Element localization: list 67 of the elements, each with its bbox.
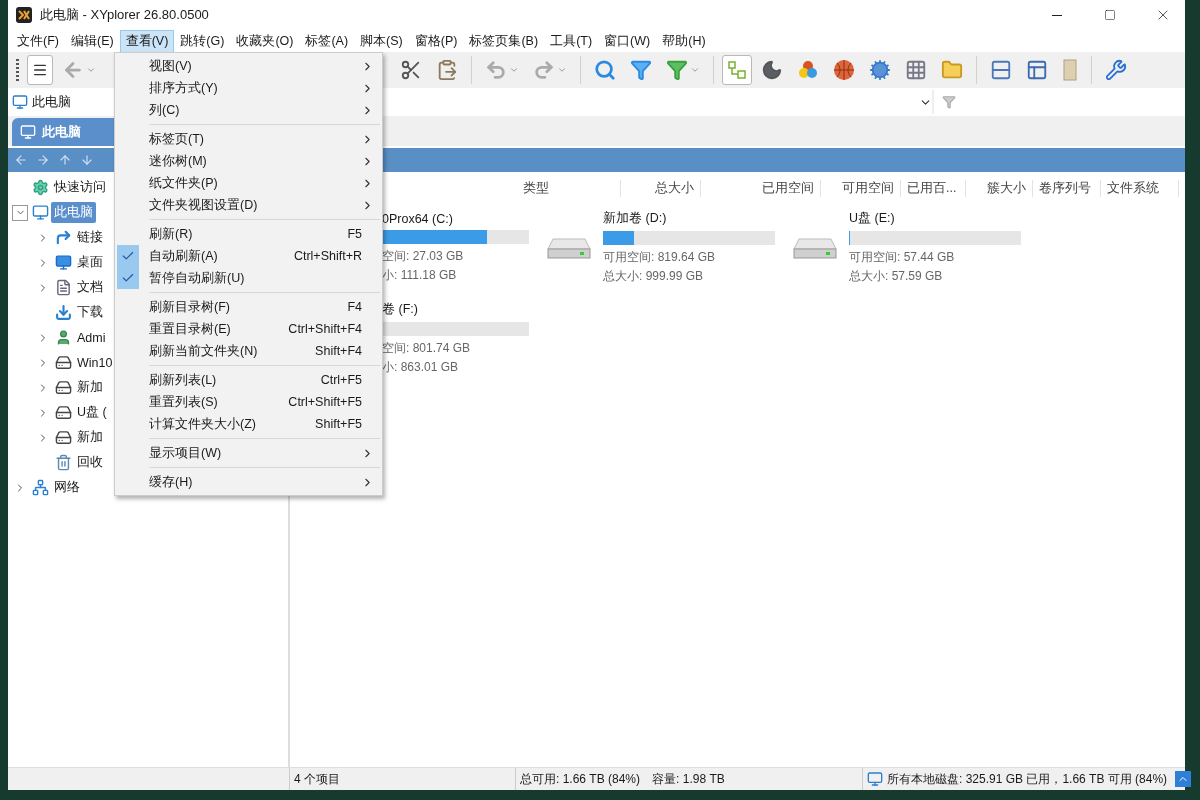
tree-item[interactable]: 文档 <box>74 277 106 298</box>
column-header[interactable]: 簇大小 <box>966 179 1033 197</box>
tree-item[interactable]: 下载 <box>74 302 106 323</box>
item-count: 4 个项目 <box>294 770 340 788</box>
menu-entry[interactable]: 纸文件夹(P) <box>115 172 382 194</box>
menu-entry[interactable]: 缓存(H) <box>115 471 382 493</box>
free-space: 空间: 27.03 GB <box>382 247 465 265</box>
column-header[interactable]: 文件系统 <box>1101 179 1179 197</box>
menu-item[interactable]: 工具(T) <box>544 29 599 53</box>
tree-item[interactable]: Win10 <box>74 353 116 372</box>
capacity: 容量: 1.98 TB <box>652 770 725 788</box>
address-text: 此电脑 <box>32 93 71 111</box>
menu-item[interactable]: 跳转(G) <box>174 29 231 53</box>
column-header[interactable]: 已用空间 <box>701 179 821 197</box>
tree-item[interactable]: 新加 <box>74 377 106 398</box>
menu-entry[interactable]: 刷新(R) F5 <box>115 223 382 245</box>
drive-name: U盘 (E:) <box>849 210 896 227</box>
menu-item[interactable]: 脚本(S) <box>354 29 409 53</box>
menu-item[interactable]: 窗格(P) <box>408 29 464 53</box>
menu-item[interactable]: 窗口(W) <box>598 29 657 53</box>
menu-entry[interactable]: 排序方式(Y) <box>115 77 382 99</box>
tree-item[interactable]: 快速访问 <box>51 177 109 198</box>
drive-name: 新加卷 (D:) <box>603 210 668 227</box>
menu-item[interactable]: 标签页集(B) <box>463 29 545 53</box>
column-header[interactable]: 可用空间 <box>821 179 901 197</box>
menu-entry[interactable]: 自动刷新(A) Ctrl+Shift+R <box>115 245 382 267</box>
total-size: 总大小: 57.59 GB <box>849 268 944 285</box>
tree-item[interactable]: 网络 <box>51 477 83 498</box>
menu-item[interactable]: 文件(F) <box>11 29 65 53</box>
tree-item[interactable]: 回收 <box>74 452 106 473</box>
disk-summary: 所有本地磁盘: 325.91 GB 已用，1.66 TB 可用 (84%) <box>887 770 1168 788</box>
menu-entry[interactable]: 文件夹视图设置(D) <box>115 194 382 216</box>
drive-name: 卷 (F:) <box>382 301 419 318</box>
total-size: 总大小: 999.99 GB <box>603 268 705 285</box>
total-size: 小: 863.01 GB <box>382 359 460 376</box>
menu-entry[interactable]: 暂停自动刷新(U) <box>115 267 382 289</box>
menu-entry[interactable]: 刷新列表(L) Ctrl+F5 <box>115 369 382 391</box>
window-title: 此电脑 - XYplorer 26.80.0500 <box>40 6 210 24</box>
free-total: 总可用: 1.66 TB (84%) <box>520 770 641 788</box>
tree-item[interactable]: 链接 <box>74 227 106 248</box>
drive-name: 0Prox64 (C:) <box>382 211 454 226</box>
column-header[interactable]: 总大小 <box>621 179 701 197</box>
menu-entry[interactable]: 刷新目录树(F) F4 <box>115 296 382 318</box>
tree-item[interactable]: 新加 <box>74 427 106 448</box>
column-header[interactable]: 已用百... <box>901 179 966 197</box>
menu-entry[interactable]: 显示项目(W) <box>115 442 382 464</box>
menu-item[interactable]: 帮助(H) <box>656 29 712 53</box>
menu-item[interactable]: 查看(V) <box>119 29 175 53</box>
tree-item[interactable]: U盘 ( <box>74 402 110 423</box>
free-space: 空间: 801.74 GB <box>382 340 472 357</box>
menu-entry[interactable]: 迷你树(M) <box>115 150 382 172</box>
menu-entry[interactable]: 刷新当前文件夹(N) Shift+F4 <box>115 340 382 362</box>
free-space: 可用空间: 57.44 GB <box>849 249 956 266</box>
menu-entry[interactable]: 重置列表(S) Ctrl+Shift+F5 <box>115 391 382 413</box>
column-header[interactable]: 卷序列号 <box>1033 179 1101 197</box>
total-size: 小: 111.18 GB <box>382 266 458 284</box>
menu-item[interactable]: 编辑(E) <box>64 29 120 53</box>
menu-entry[interactable]: 列(C) <box>115 99 382 121</box>
tree-item[interactable]: 桌面 <box>74 252 106 273</box>
menu-item[interactable]: 收藏夹(O) <box>230 29 300 53</box>
menu-entry[interactable]: 重置目录树(E) Ctrl+Shift+F4 <box>115 318 382 340</box>
menu-entry[interactable]: 视图(V) <box>115 55 382 77</box>
tree-item[interactable]: Admi <box>74 328 109 347</box>
menu-item[interactable]: 标签(A) <box>299 29 355 53</box>
column-header[interactable]: 类型 <box>517 179 621 197</box>
menu-entry[interactable]: 计算文件夹大小(Z) Shift+F5 <box>115 413 382 435</box>
free-space: 可用空间: 819.64 GB <box>603 249 717 266</box>
